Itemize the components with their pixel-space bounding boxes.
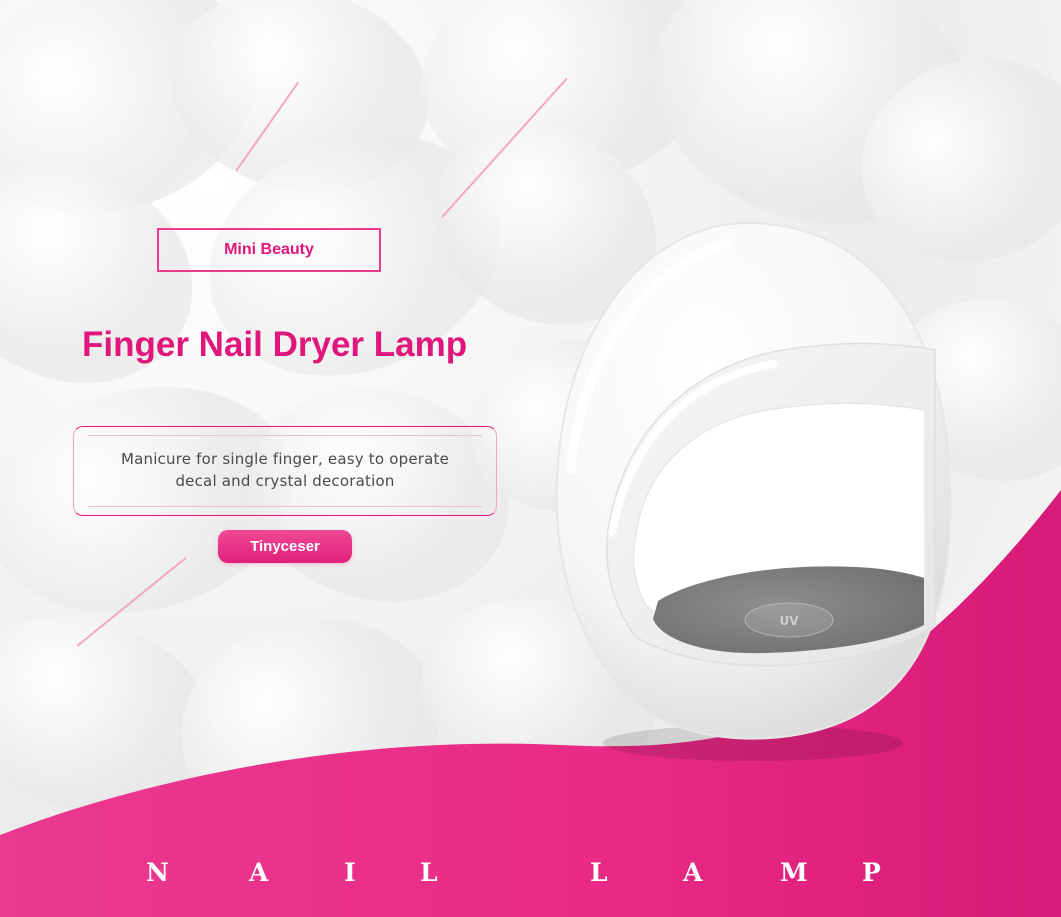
feature-description-line-2: decal and crystal decoration [175,472,395,490]
footer-char-p: P [862,858,881,887]
nail-lamp-footer-text: N A I L L A M P [0,860,1061,900]
feature-description: Manicure for single finger, easy to oper… [73,426,497,516]
promo-banner: Mini Beauty Finger Nail Dryer Lamp Manic… [0,0,1061,917]
footer-char-n: N [146,858,169,887]
footer-char-i: I [344,858,356,887]
footer-char-l-2: L [590,858,608,887]
lamp-button-mark: UV [779,614,799,628]
petal-12 [161,595,459,855]
nail-dryer-lamp-icon: UV [555,221,952,761]
footer-char-m: M [780,858,808,887]
feature-description-line-1: Manicure for single finger, easy to oper… [120,450,450,469]
mini-beauty-label: Mini Beauty [224,241,314,258]
brand-label: Tinyceser [250,538,320,555]
footer-char-l-1: L [420,858,438,887]
brand-pill: Tinyceser [218,530,352,563]
footer-char-a-2: A [683,858,703,887]
page-title: Finger Nail Dryer Lamp [82,325,468,364]
mini-beauty-badge: Mini Beauty [157,228,381,272]
footer-char-a-1: A [249,858,269,887]
